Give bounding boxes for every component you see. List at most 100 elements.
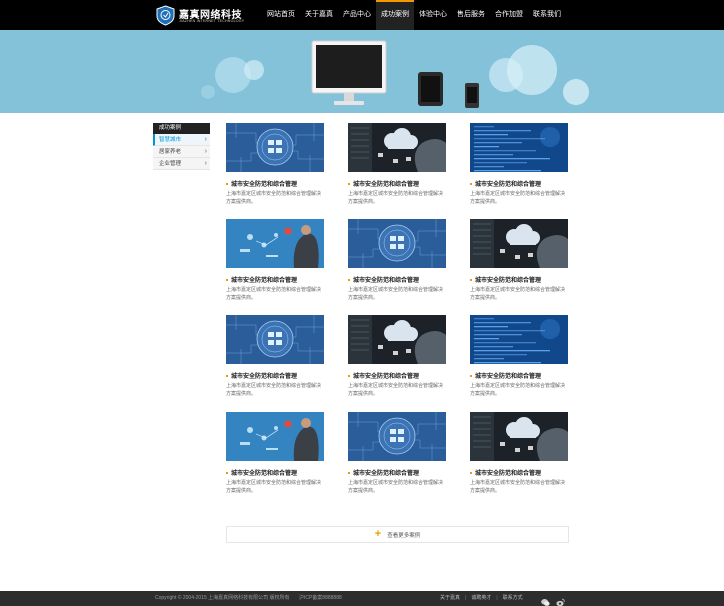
weibo-icon[interactable] <box>556 594 565 606</box>
case-description: 上海市嘉定区城市安全防范和综合管理解决方案提供商。 <box>348 480 444 494</box>
case-card[interactable]: 城市安全防范和综合管理上海市嘉定区城市安全防范和综合管理解决方案提供商。 <box>348 412 446 495</box>
case-thumbnail[interactable] <box>226 315 324 364</box>
case-title[interactable]: 城市安全防范和综合管理 <box>226 179 324 188</box>
case-thumbnail[interactable] <box>470 315 568 364</box>
sidebar-item-enterprise[interactable]: 企业管理 › <box>153 158 210 170</box>
case-title[interactable]: 城市安全防范和综合管理 <box>348 179 446 188</box>
nav-item-experience[interactable]: 体验中心 <box>414 0 452 30</box>
sidebar-item-elderly-care[interactable]: 居家养老 › <box>153 146 210 158</box>
brand-subtitle: JIAZHEN INTERNET TECHNOLOGY <box>179 19 245 23</box>
icp-number: 沪ICP备案8888888 <box>298 595 342 601</box>
nav-item-service[interactable]: 售后服务 <box>452 0 490 30</box>
case-thumbnail[interactable] <box>348 219 446 268</box>
case-title-text: 城市安全防范和综合管理 <box>231 278 298 284</box>
bullet-icon <box>470 182 472 185</box>
sidebar-item-label: 居家养老 <box>159 149 182 155</box>
bullet-icon <box>470 278 472 281</box>
case-card[interactable]: 城市安全防范和综合管理上海市嘉定区城市安全防范和综合管理解决方案提供商。 <box>470 412 568 495</box>
case-description: 上海市嘉定区城市安全防范和综合管理解决方案提供商。 <box>470 287 566 301</box>
case-thumbnail[interactable] <box>226 219 324 268</box>
main-nav: 网站首页 关于嘉真 产品中心 成功案例 体验中心 售后服务 合作加盟 联系我们 <box>262 0 566 30</box>
sidebar: 成功案例 智慧城市 › 居家养老 › 企业管理 › <box>153 123 210 170</box>
case-card[interactable]: 城市安全防范和综合管理上海市嘉定区城市安全防范和综合管理解决方案提供商。 <box>470 123 568 206</box>
case-title-text: 城市安全防范和综合管理 <box>231 471 298 477</box>
sidebar-item-label: 企业管理 <box>159 161 182 167</box>
site-header: 嘉真网络科技 JIAZHEN INTERNET TECHNOLOGY 网站首页 … <box>0 0 724 30</box>
load-more-label: 查看更多案例 <box>387 532 421 539</box>
bullet-icon <box>226 182 228 185</box>
case-description: 上海市嘉定区城市安全防范和综合管理解决方案提供商。 <box>226 480 322 494</box>
divider: | <box>496 595 498 601</box>
monitor-icon <box>311 40 387 105</box>
bullet-icon <box>226 471 228 474</box>
case-thumbnail[interactable] <box>470 219 568 268</box>
case-thumbnail[interactable] <box>348 315 446 364</box>
case-thumbnail[interactable] <box>226 123 324 172</box>
case-thumbnail[interactable] <box>348 412 446 461</box>
case-title[interactable]: 城市安全防范和综合管理 <box>470 371 568 380</box>
case-title[interactable]: 城市安全防范和综合管理 <box>348 468 446 477</box>
case-title-text: 城市安全防范和综合管理 <box>475 374 542 380</box>
case-card[interactable]: 城市安全防范和综合管理上海市嘉定区城市安全防范和综合管理解决方案提供商。 <box>226 123 324 206</box>
case-title[interactable]: 城市安全防范和综合管理 <box>470 179 568 188</box>
footer-link-contact[interactable]: 联系方式 <box>503 595 523 601</box>
nav-item-home[interactable]: 网站首页 <box>262 0 300 30</box>
sidebar-item-smart-city[interactable]: 智慧城市 › <box>153 134 210 146</box>
copyright: Copyright © 2004-2015 上海嘉真网络科技有限公司 版权所有 … <box>155 591 342 606</box>
case-thumbnail[interactable] <box>470 123 568 172</box>
case-card[interactable]: 城市安全防范和综合管理 上海市嘉定区城市安全防范和综合管理解决方案提供商。 <box>348 219 446 302</box>
case-card[interactable]: 城市安全防范和综合管理上海市嘉定区城市安全防范和综合管理解决方案提供商。 <box>226 219 324 302</box>
wechat-icon[interactable] <box>541 594 550 606</box>
case-title[interactable]: 城市安全防范和综合管理 <box>226 275 324 284</box>
case-title-text: 城市安全防范和综合管理 <box>475 471 542 477</box>
chevron-right-icon: › <box>204 136 207 143</box>
nav-item-about[interactable]: 关于嘉真 <box>300 0 338 30</box>
nav-item-partners[interactable]: 合作加盟 <box>490 0 528 30</box>
case-title[interactable]: 城市安全防范和综合管理 <box>226 468 324 477</box>
case-description: 上海市嘉定区城市安全防范和综合管理解决方案提供商。 <box>348 383 444 397</box>
bullet-icon <box>348 182 350 185</box>
footer-link-about[interactable]: 关于嘉真 <box>440 595 460 601</box>
case-card[interactable]: 城市安全防范和综合管理上海市嘉定区城市安全防范和综合管理解决方案提供商。 <box>470 315 568 398</box>
case-card[interactable]: 城市安全防范和综合管理上海市嘉定区城市安全防范和综合管理解决方案提供商。 <box>470 219 568 302</box>
case-description: 上海市嘉定区城市安全防范和综合管理解决方案提供商。 <box>470 480 566 494</box>
case-description: 上海市嘉定区城市安全防范和综合管理解决方案提供商。 <box>470 383 566 397</box>
case-title-text: 城市安全防范和综合管理 <box>475 278 542 284</box>
bullet-icon <box>470 374 472 377</box>
social-links <box>541 594 565 606</box>
case-description: 上海市嘉定区城市安全防范和综合管理解决方案提供商。 <box>470 191 566 205</box>
nav-item-products[interactable]: 产品中心 <box>338 0 376 30</box>
load-more-button[interactable]: + 查看更多案例 <box>226 526 569 543</box>
plus-icon: + <box>374 528 382 540</box>
case-thumbnail[interactable] <box>348 123 446 172</box>
case-description: 上海市嘉定区城市安全防范和综合管理解决方案提供商。 <box>348 191 444 205</box>
banner-devices-illustration <box>201 40 589 108</box>
case-thumbnail[interactable] <box>470 412 568 461</box>
nav-item-cases[interactable]: 成功案例 <box>376 0 414 30</box>
chevron-right-icon: › <box>204 160 207 167</box>
case-card[interactable]: 城市安全防范和综合管理上海市嘉定区城市安全防范和综合管理解决方案提供商。 <box>348 315 446 398</box>
phone-icon <box>465 83 479 108</box>
sidebar-item-label: 智慧城市 <box>159 137 182 143</box>
case-title[interactable]: 城市安全防范和综合管理 <box>348 275 446 284</box>
case-title-text: 城市安全防范和综合管理 <box>353 471 420 477</box>
case-description: 上海市嘉定区城市安全防范和综合管理解决方案提供商。 <box>226 287 322 301</box>
case-title[interactable]: 城市安全防范和综合管理 <box>226 371 324 380</box>
case-description: 上海市嘉定区城市安全防范和综合管理解决方案提供商。 <box>226 383 322 397</box>
bullet-icon <box>348 471 350 474</box>
case-title-text: 城市安全防范和综合管理 <box>231 374 298 380</box>
case-description: 上海市嘉定区城市安全防范和综合管理解决方案提供商。 <box>226 191 322 205</box>
footer-link-careers[interactable]: 诚聘英才 <box>471 595 491 601</box>
case-card[interactable]: 城市安全防范和综合管理上海市嘉定区城市安全防范和综合管理解决方案提供商。 <box>226 412 324 495</box>
logo[interactable]: 嘉真网络科技 JIAZHEN INTERNET TECHNOLOGY <box>155 5 244 26</box>
case-card[interactable]: 城市安全防范和综合管理上海市嘉定区城市安全防范和综合管理解决方案提供商。 <box>226 315 324 398</box>
bullet-icon <box>470 471 472 474</box>
bullet-icon <box>226 374 228 377</box>
case-card[interactable]: 城市安全防范和综合管理上海市嘉定区城市安全防范和综合管理解决方案提供商。 <box>348 123 446 206</box>
nav-item-contact[interactable]: 联系我们 <box>528 0 566 30</box>
case-title[interactable]: 城市安全防范和综合管理 <box>470 275 568 284</box>
case-thumbnail[interactable] <box>226 412 324 461</box>
sidebar-title: 成功案例 <box>153 123 210 134</box>
case-title[interactable]: 城市安全防范和综合管理 <box>348 371 446 380</box>
case-title[interactable]: 城市安全防范和综合管理 <box>470 468 568 477</box>
